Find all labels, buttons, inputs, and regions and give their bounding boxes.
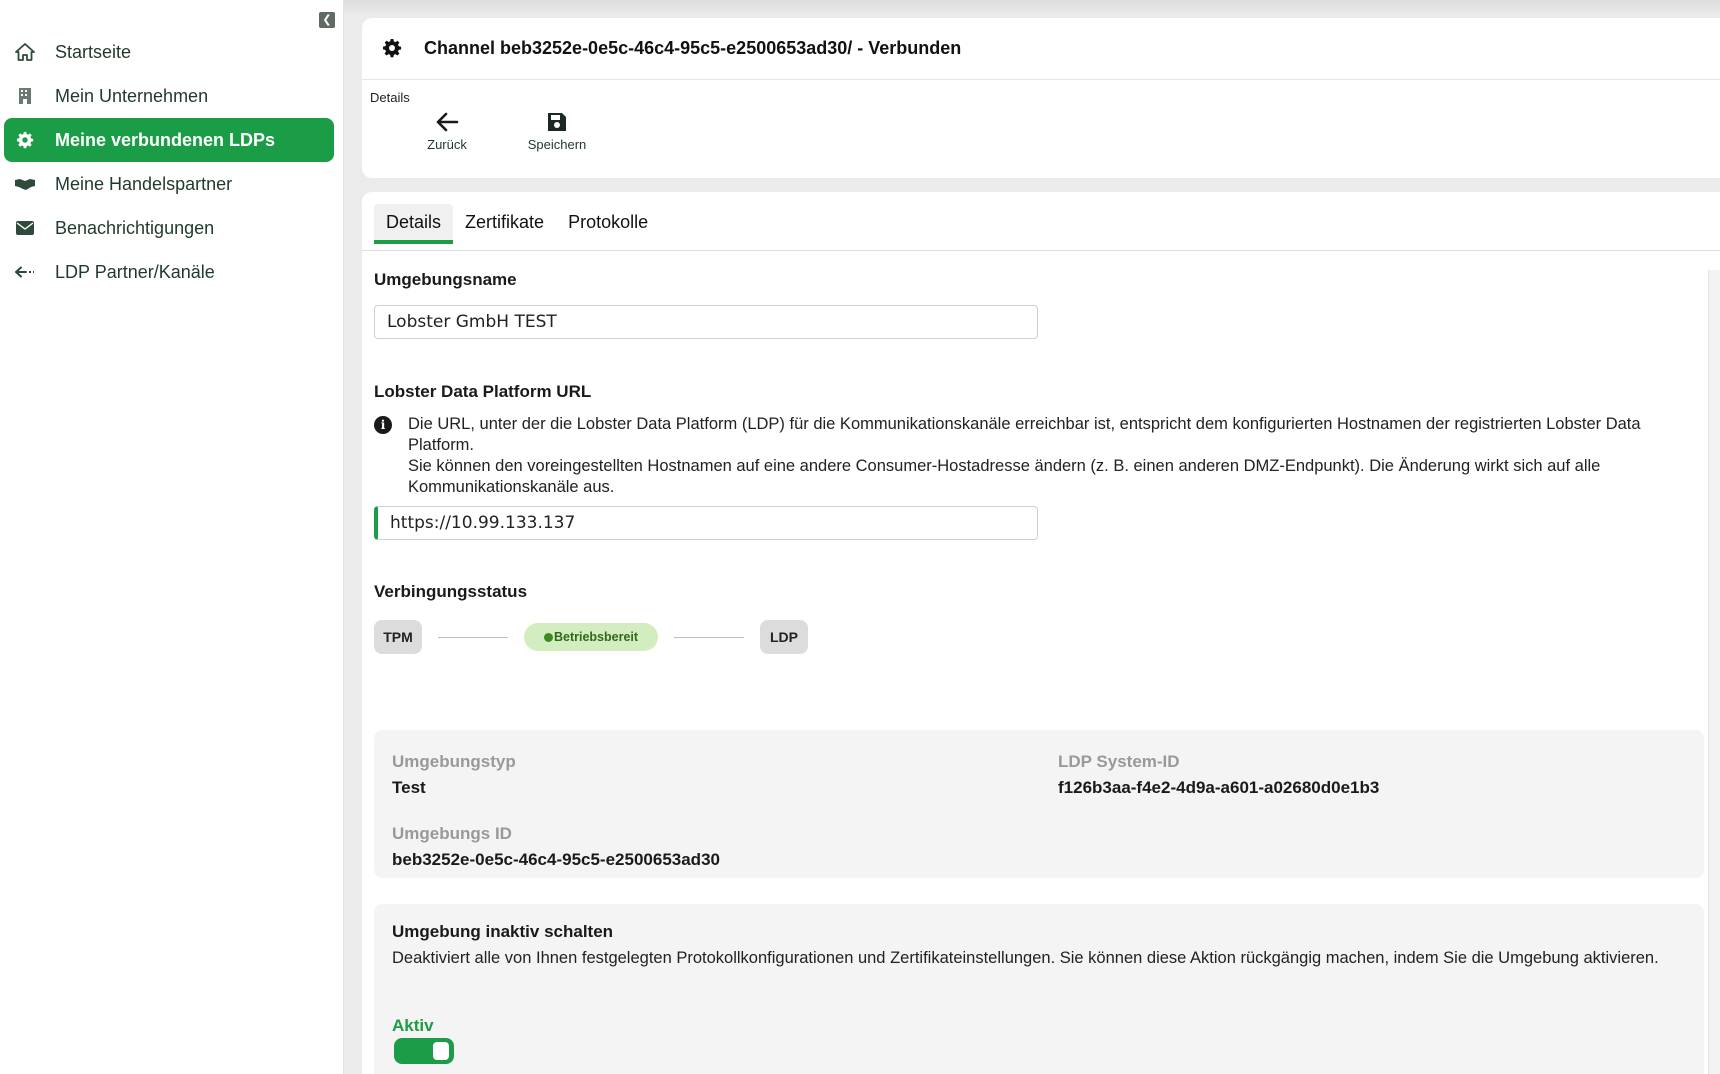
tab-protokolle[interactable]: Protokolle — [556, 204, 660, 240]
sidebar-item-benachrichtigungen[interactable]: Benachrichtigungen — [4, 206, 334, 250]
url-input[interactable] — [374, 506, 1038, 540]
sidebar: ❮ Startseite Mein Unternehmen Meine verb… — [0, 0, 344, 1074]
toolbar: Zurück Speichern — [362, 111, 1720, 152]
deactivate-text: Deaktiviert alle von Ihnen festgelegten … — [392, 949, 1659, 967]
url-info-text-2: Sie können den voreingestellten Hostname… — [408, 457, 1601, 496]
header-card: Channel beb3252e-0e5c-46c4-95c5-e2500653… — [362, 18, 1720, 178]
sidebar-item-label: Benachrichtigungen — [55, 217, 215, 238]
back-button[interactable]: Zurück — [402, 111, 492, 152]
tab-details[interactable]: Details — [374, 204, 454, 244]
toolbar-title: Details — [370, 90, 410, 105]
sidebar-item-label: LDP Partner/Kanäle — [55, 261, 215, 282]
info-icon: i — [374, 416, 392, 434]
active-toggle[interactable] — [394, 1038, 454, 1064]
scrollbar[interactable] — [1708, 270, 1720, 1074]
status-badge: Betriebsbereit — [524, 623, 658, 651]
status-dot-icon — [543, 632, 553, 642]
status-label: Verbingungsstatus — [374, 582, 528, 601]
sidebar-item-handelspartner[interactable]: Meine Handelspartner — [4, 162, 334, 206]
env-type-label: Umgebungstyp — [392, 752, 516, 771]
sidebar-item-ldp-partner[interactable]: LDP Partner/Kanäle — [4, 250, 334, 294]
arrow-left-icon — [436, 112, 459, 132]
status-node-tpm: TPM — [374, 620, 422, 654]
page-header: Channel beb3252e-0e5c-46c4-95c5-e2500653… — [362, 18, 1720, 80]
env-id-label: Umgebungs ID — [392, 824, 512, 843]
env-id-value: beb3252e-0e5c-46c4-95c5-e2500653ad30 — [392, 850, 720, 869]
sidebar-item-label: Meine verbundenen LDPs — [55, 129, 276, 150]
details-box: Umgebungstyp Test LDP System-ID f126b3aa… — [374, 730, 1704, 878]
sidebar-item-label: Mein Unternehmen — [55, 85, 209, 106]
toggle-knob — [433, 1042, 449, 1060]
url-label: Lobster Data Platform URL — [374, 382, 592, 401]
sidebar-item-verbundene-ldps[interactable]: Meine verbundenen LDPs — [4, 118, 334, 162]
sidebar-item-label: Startseite — [55, 41, 132, 62]
active-state-label: Aktiv — [392, 1016, 434, 1035]
sidebar-item-unternehmen[interactable]: Mein Unternehmen — [4, 74, 334, 118]
tab-bar: Details Zertifikate Protokolle — [374, 204, 660, 244]
envelope-icon — [14, 217, 36, 239]
main-card: Details Zertifikate Protokolle Umgebungs… — [362, 192, 1720, 1074]
deactivate-title: Umgebung inaktiv schalten — [392, 922, 614, 941]
sidebar-item-label: Meine Handelspartner — [55, 173, 233, 194]
connection-status: TPM Betriebsbereit LDP — [374, 620, 808, 654]
sidebar-item-startseite[interactable]: Startseite — [4, 30, 334, 74]
tab-zertifikate[interactable]: Zertifikate — [453, 204, 556, 240]
save-label: Speichern — [527, 137, 587, 152]
tab-divider — [362, 250, 1720, 251]
status-badge-text: Betriebsbereit — [553, 630, 639, 644]
gear-icon — [14, 129, 36, 151]
status-connector — [438, 636, 508, 638]
status-connector — [674, 636, 744, 638]
collapse-sidebar-icon[interactable]: ❮ — [319, 12, 335, 28]
save-button[interactable]: Speichern — [512, 111, 602, 152]
env-name-label: Umgebungsname — [374, 270, 517, 289]
status-node-ldp: LDP — [760, 620, 808, 654]
back-label: Zurück — [427, 137, 467, 152]
deactivate-box: Umgebung inaktiv schalten Deaktiviert al… — [374, 904, 1704, 1074]
building-icon — [14, 85, 36, 107]
url-info: i Die URL, unter der die Lobster Data Pl… — [374, 414, 1704, 498]
system-id-value: f126b3aa-f4e2-4d9a-a601-a02680d0e1b3 — [1058, 778, 1380, 797]
system-id-label: LDP System-ID — [1058, 752, 1180, 771]
floppy-disk-icon — [548, 113, 566, 131]
page-title: Channel beb3252e-0e5c-46c4-95c5-e2500653… — [424, 38, 962, 58]
sidebar-nav: Startseite Mein Unternehmen Meine verbun… — [4, 30, 334, 294]
arrows-icon — [14, 261, 36, 283]
home-icon — [14, 41, 36, 63]
env-type-value: Test — [392, 778, 426, 797]
url-info-text-1: Die URL, unter der die Lobster Data Plat… — [408, 415, 1641, 454]
handshake-icon — [14, 173, 36, 195]
gear-icon — [382, 38, 404, 60]
env-name-input[interactable] — [374, 305, 1038, 339]
